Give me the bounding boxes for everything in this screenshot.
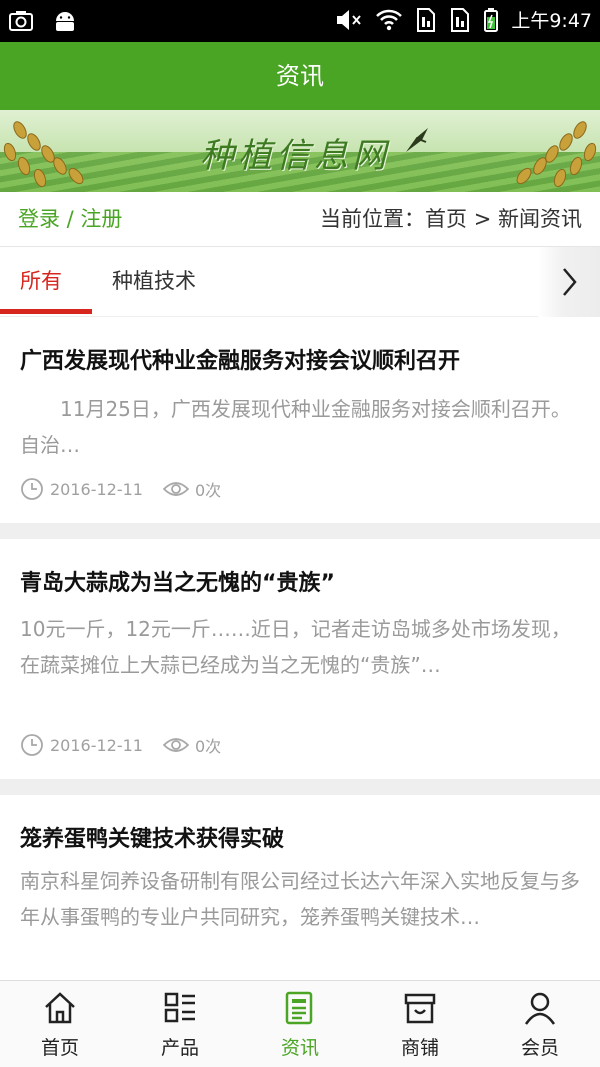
tab-planting-tech[interactable]: 种植技术 [112,247,196,317]
clock-icon [21,478,43,500]
banner-logo-text: 种植信息网 [200,136,390,176]
nav-home[interactable]: 首页 [0,981,120,1067]
bird-icon [406,128,428,152]
status-bar: 上午9:47 [0,0,600,42]
news-meta: 2016-12-11 0次 [20,733,221,757]
document-icon [285,991,313,1025]
wifi-icon [376,9,403,30]
user-icon [524,992,556,1025]
news-views: 0次 [194,481,222,500]
shop-icon [404,993,436,1024]
nav-label: 商铺 [400,1037,439,1059]
news-title[interactable]: 广西发展现代种业金融服务对接会议顺利召开 [20,343,460,375]
bottom-nav: 首页 产品 资讯 商铺 会员 [0,980,600,1067]
news-summary: 南京科星饲养设备研制有限公司经过长达六年深入实地反复与多年从事蛋鸭的专业户共同研… [20,869,580,929]
home-icon [45,992,75,1024]
login-register-link[interactable]: 登录 / 注册 [18,192,122,246]
nav-label: 产品 [160,1037,199,1059]
news-views: 0次 [194,737,222,756]
android-icon [56,12,74,31]
news-title[interactable]: 青岛大蒜成为当之无愧的“贵族” [20,565,335,597]
mute-icon [337,9,362,30]
news-item[interactable]: 笼养蛋鸭关键技术获得实破 南京科星饲养设备研制有限公司经过长达六年深入实地反复与… [0,795,600,981]
news-meta: 2016-12-11 0次 [20,477,221,501]
nav-products[interactable]: 产品 [120,981,240,1067]
eye-icon [162,738,189,752]
news-title[interactable]: 笼养蛋鸭关键技术获得实破 [20,821,284,853]
nav-label: 会员 [520,1037,559,1059]
nav-shops[interactable]: 商铺 [360,981,480,1067]
tabs-more-button[interactable] [538,247,600,317]
page-title: 资讯 [0,42,600,110]
eye-icon [162,482,189,496]
news-item[interactable]: 青岛大蒜成为当之无愧的“贵族” 10元一斤，12元一斤……近日，记者走访岛城多处… [0,539,600,779]
chevron-right-icon [563,268,577,296]
active-tab-indicator [0,309,92,314]
login-row: 登录 / 注册 当前位置：首页 > 新闻资讯 [0,192,600,246]
status-time: 上午9:47 [511,10,592,32]
nav-member[interactable]: 会员 [480,981,600,1067]
news-summary: 10元一斤，12元一斤……近日，记者走访岛城多处市场发现，在蔬菜摊位上大蒜已经成… [20,617,571,677]
news-date: 2016-12-11 [50,479,143,499]
sim1-icon [417,7,436,32]
news-item[interactable]: 广西发展现代种业金融服务对接会议顺利召开 11月25日，广西发展现代种业金融服务… [0,317,600,523]
tab-all[interactable]: 所有 [20,247,62,317]
banner: 种植信息网 [0,110,600,192]
news-summary: 11月25日，广西发展现代种业金融服务对接会顺利召开。自治… [20,397,571,457]
battery-icon [484,7,499,32]
grid-list-icon [164,992,195,1023]
wheat-right-image [516,121,597,188]
nav-news[interactable]: 资讯 [240,981,360,1067]
clock-icon [21,734,43,756]
breadcrumb: 当前位置：首页 > 新闻资讯 [320,207,582,231]
sim2-icon [451,7,470,32]
camera-icon [9,11,33,31]
news-date: 2016-12-11 [50,735,143,755]
category-tabs: 所有 种植技术 [0,246,600,317]
nav-label: 首页 [40,1037,79,1059]
nav-label: 资讯 [280,1037,319,1059]
wheat-left-image [3,121,84,188]
